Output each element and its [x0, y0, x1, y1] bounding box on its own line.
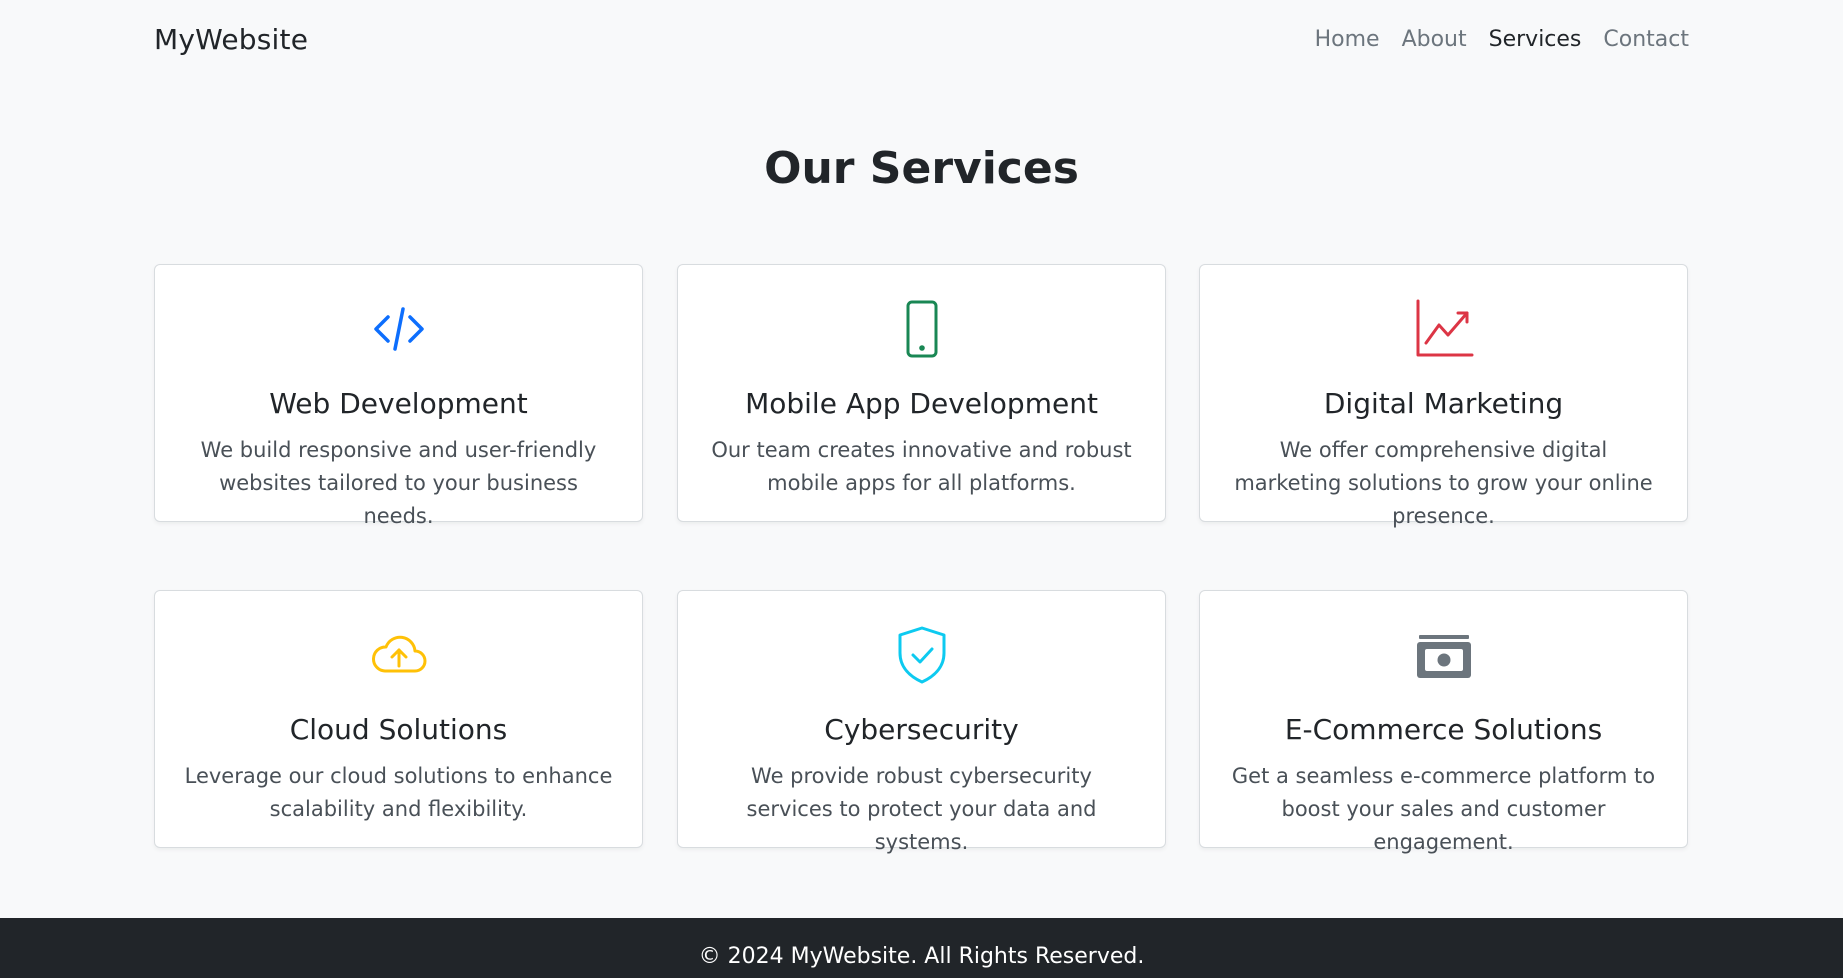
cash-icon: [1416, 635, 1471, 678]
service-card-cybersecurity: Cybersecurity We provide robust cybersec…: [677, 590, 1166, 854]
service-description: Our team creates innovative and robust m…: [711, 438, 1132, 495]
shield-check-icon: [898, 626, 945, 684]
nav-links: Home About Services Contact: [1315, 27, 1689, 52]
code-icon: [373, 307, 424, 351]
nav-services[interactable]: Services: [1489, 27, 1582, 52]
nav-contact[interactable]: Contact: [1603, 27, 1689, 52]
copyright-text: © 2024 MyWebsite. All Rights Reserved.: [698, 944, 1145, 969]
page-title: Our Services: [764, 143, 1079, 194]
footer: © 2024 MyWebsite. All Rights Reserved.: [0, 918, 1843, 978]
service-description: We provide robust cybersecurity services…: [746, 764, 1097, 854]
brand-link[interactable]: MyWebsite: [154, 23, 308, 56]
service-title: Cybersecurity: [824, 713, 1019, 746]
service-card-digital-marketing: Digital Marketing We offer comprehensive…: [1199, 264, 1688, 528]
service-card-cloud-solutions: Cloud Solutions Leverage our cloud solut…: [154, 590, 643, 848]
service-title: Cloud Solutions: [289, 713, 508, 746]
cloud-upload-icon: [371, 635, 426, 673]
phone-icon: [906, 300, 937, 358]
service-card-e-commerce-solutions: E-Commerce Solutions Get a seamless e-co…: [1199, 590, 1688, 854]
service-description: We build responsive and user-friendly we…: [200, 438, 597, 528]
service-title: E-Commerce Solutions: [1284, 713, 1603, 746]
service-title: Web Development: [269, 387, 528, 420]
nav-home[interactable]: Home: [1315, 27, 1380, 52]
navbar: MyWebsite Home About Services Contact: [0, 0, 1843, 78]
service-description: Get a seamless e-commerce platform to bo…: [1231, 764, 1656, 854]
service-card-web-development: Web Development We build responsive and …: [154, 264, 643, 528]
service-card-mobile-app-development: Mobile App Development Our team creates …: [677, 264, 1166, 522]
service-title: Mobile App Development: [745, 387, 1098, 420]
nav-about[interactable]: About: [1402, 27, 1467, 52]
service-description: We offer comprehensive digital marketing…: [1234, 438, 1653, 528]
service-description: Leverage our cloud solutions to enhance …: [184, 764, 613, 821]
graph-up-icon: [1416, 299, 1473, 357]
service-title: Digital Marketing: [1323, 387, 1564, 420]
